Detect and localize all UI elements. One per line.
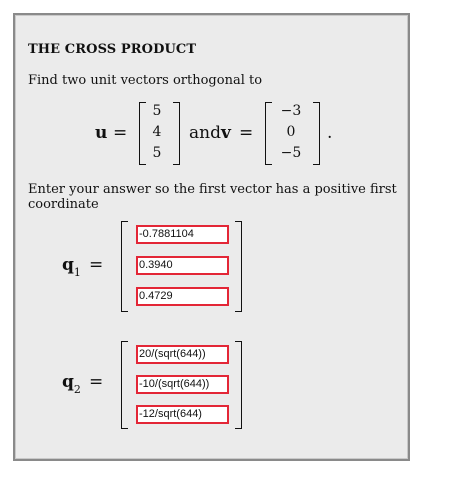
v-entry-3: −5	[280, 145, 302, 161]
q1-component-3-field[interactable]	[136, 287, 229, 306]
q1-name: q	[62, 255, 74, 275]
q2-right-bracket	[235, 341, 242, 429]
u-entry-2: 4	[152, 124, 162, 140]
section-title: THE CROSS PRODUCT	[28, 42, 197, 57]
q2-subscript: 2	[73, 383, 81, 397]
u-right-bracket	[173, 102, 180, 165]
v-entry-1: −3	[280, 103, 302, 119]
q1-equals: =	[89, 255, 104, 275]
q2-component-2-field[interactable]	[136, 375, 229, 394]
answer-instruction: Enter your answer so the first vector ha…	[28, 182, 397, 212]
q1-variable: q1	[62, 255, 81, 280]
q2-component-1-field[interactable]	[136, 345, 229, 364]
u-entry-1: 5	[152, 103, 162, 119]
q2-variable: q2	[62, 372, 81, 397]
q2-component-3-field[interactable]	[136, 405, 229, 424]
q2-name: q	[62, 372, 74, 392]
problem-panel: THE CROSS PRODUCT Find two unit vectors …	[13, 13, 410, 461]
problem-prompt: Find two unit vectors orthogonal to	[28, 73, 263, 88]
u-entry-3: 5	[152, 145, 162, 161]
v-equals: =	[239, 123, 254, 143]
q1-subscript: 1	[73, 266, 81, 280]
equation-period: .	[327, 123, 333, 143]
v-variable: v	[221, 123, 231, 143]
q1-right-bracket	[235, 221, 242, 312]
q1-component-1-field[interactable]	[136, 225, 229, 244]
v-entry-2: 0	[286, 124, 296, 140]
q1-component-2-field[interactable]	[136, 256, 229, 275]
v-right-bracket	[313, 102, 320, 165]
u-variable: u	[95, 123, 108, 143]
q2-equals: =	[89, 372, 104, 392]
q2-left-bracket	[121, 341, 128, 429]
u-equals: =	[113, 123, 128, 143]
and-text: and	[189, 123, 221, 143]
q1-left-bracket	[121, 221, 128, 312]
